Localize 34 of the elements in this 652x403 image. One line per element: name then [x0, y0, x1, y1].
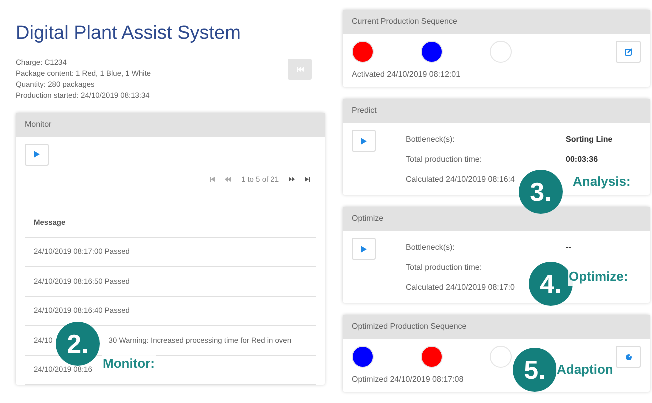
page-title: Digital Plant Assist System — [16, 22, 242, 46]
first-page-icon[interactable] — [210, 176, 216, 182]
status-text: Calculated 24/10/2019 08:17:0 — [406, 282, 515, 294]
field-label: Bottleneck(s): — [406, 242, 455, 254]
play-button[interactable] — [352, 130, 376, 152]
step-label: Optimize: — [568, 268, 630, 286]
play-icon — [361, 246, 367, 252]
last-page-icon[interactable] — [305, 176, 310, 182]
field-value: Sorting Line — [566, 134, 614, 146]
field-value: 00:03:36 — [566, 154, 600, 166]
status-text: Activated 24/10/2019 08:12:01 — [352, 69, 462, 81]
field-label: Bottleneck(s): — [406, 134, 455, 146]
edit-icon — [624, 48, 632, 56]
previous-page-icon[interactable] — [225, 176, 232, 182]
export-icon — [624, 353, 632, 361]
status-text: Optimized 24/10/2019 08:17:08 — [352, 374, 465, 386]
field-value: -- — [566, 242, 572, 254]
panel-header: Predict — [343, 99, 650, 123]
play-icon — [361, 138, 367, 144]
play-button[interactable] — [352, 238, 376, 260]
field-label: Total production time: — [406, 154, 482, 166]
next-page-icon[interactable] — [289, 176, 295, 182]
panel-header: Optimize — [343, 207, 650, 231]
skip-back-icon — [296, 66, 304, 72]
panel-header: Current Production Sequence — [343, 10, 650, 34]
step-label: Adaption — [556, 361, 614, 379]
panel-header: Monitor — [16, 112, 325, 136]
action-button[interactable] — [616, 346, 641, 368]
action-button[interactable] — [616, 41, 641, 63]
play-icon — [34, 151, 40, 158]
field-label: Total production time: — [406, 262, 482, 274]
panel-header: Optimized Production Sequence — [343, 315, 650, 339]
status-text: Calculated 24/10/2019 08:16:4 — [406, 174, 515, 186]
play-button[interactable] — [25, 144, 49, 166]
